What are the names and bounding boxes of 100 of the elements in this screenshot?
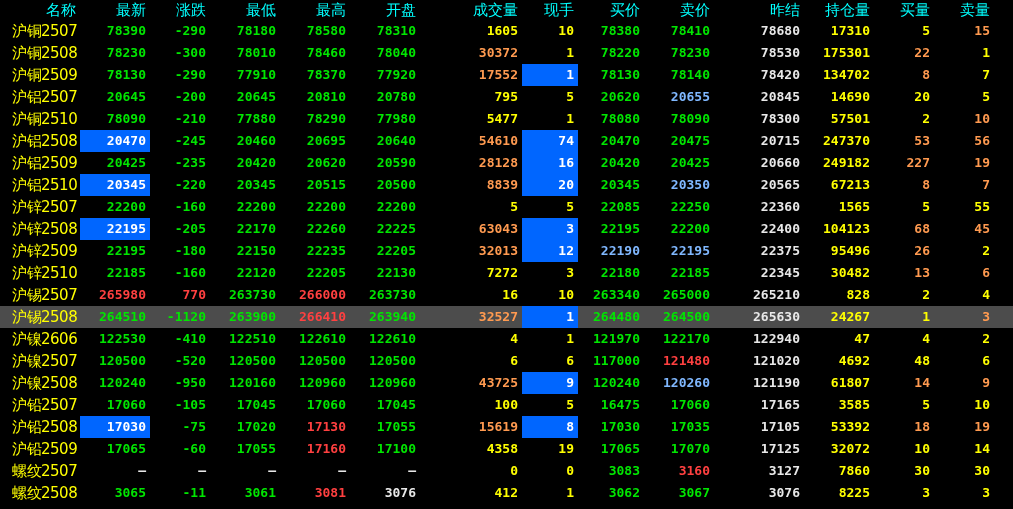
table-row[interactable]: 沪铜2508 78230 -300 78010 78460 78040 30372 1 78220 78230 78530 175301 22 1 bbox=[0, 42, 1013, 64]
cell-value: -410 bbox=[174, 331, 206, 346]
cell-value: 45 bbox=[974, 221, 990, 236]
cell-value: 4358 bbox=[486, 441, 518, 456]
table-row[interactable]: 沪铝2509 20425 -235 20420 20620 20590 28128 16 20420 20425 20660 249182 227 19 bbox=[0, 152, 1013, 174]
cell-value: 20420 bbox=[600, 155, 640, 170]
cell-value: 17055 bbox=[376, 419, 416, 434]
cell-value: 22130 bbox=[376, 265, 416, 280]
cell-value: 22195 bbox=[670, 243, 710, 258]
cell-value: 22400 bbox=[760, 221, 800, 236]
cell-value: 22205 bbox=[376, 243, 416, 258]
column-header[interactable]: 买量 bbox=[874, 0, 934, 20]
cell-value: 6 bbox=[566, 353, 574, 368]
cell-value: 63043 bbox=[478, 221, 518, 236]
cell-value: 43725 bbox=[478, 375, 518, 390]
cell-value: 264500 bbox=[663, 309, 710, 324]
cell-value: 47 bbox=[854, 331, 870, 346]
column-header[interactable]: 昨结 bbox=[714, 0, 804, 20]
table-row[interactable]: 螺纹2507 — — — — — 0 0 3083 3160 3127 7860 30 30 bbox=[0, 460, 1013, 482]
cell-value: 8 bbox=[922, 67, 930, 82]
cell-value: 15 bbox=[974, 23, 990, 38]
cell-value: 7860 bbox=[838, 463, 870, 478]
table-row[interactable]: 沪锡2507 265980 770 263730 266000 263730 16 10 263340 265000 265210 828 2 4 bbox=[0, 284, 1013, 306]
cell-value: 20515 bbox=[306, 177, 346, 192]
cell-value: 78410 bbox=[670, 23, 710, 38]
cell-value: 22195 bbox=[600, 221, 640, 236]
column-header[interactable]: 卖量 bbox=[934, 0, 994, 20]
cell-value: 1565 bbox=[838, 199, 870, 214]
column-header[interactable]: 持仓量 bbox=[804, 0, 874, 20]
cell-value: 263730 bbox=[369, 287, 416, 302]
table-row[interactable]: 沪镍2507 120500 -520 120500 120500 120500 6 6 117000 121480 121020 4692 48 6 bbox=[0, 350, 1013, 372]
cell-value: 263900 bbox=[229, 309, 276, 324]
cell-value: 8 bbox=[566, 419, 574, 434]
cell-value: 20345 bbox=[236, 177, 276, 192]
cell-value: 22190 bbox=[600, 243, 640, 258]
column-header[interactable]: 最高 bbox=[280, 0, 350, 20]
cell-value: 17552 bbox=[478, 67, 518, 82]
cell-value: 5 bbox=[982, 89, 990, 104]
table-row[interactable]: 沪锌2508 22195 -205 22170 22260 22225 63043 3 22195 22200 22400 104123 68 45 bbox=[0, 218, 1013, 240]
column-header[interactable]: 名称 bbox=[0, 0, 80, 20]
table-row[interactable]: 沪锌2509 22195 -180 22150 22235 22205 32013 12 22190 22195 22375 95496 26 2 bbox=[0, 240, 1013, 262]
table-row[interactable]: 沪铜2509 78130 -290 77910 78370 77920 17552 1 78130 78140 78420 134702 8 7 bbox=[0, 64, 1013, 86]
table-row[interactable]: 沪镍2606 122530 -410 122510 122610 122610 4 1 121970 122170 122940 47 4 2 bbox=[0, 328, 1013, 350]
table-row[interactable]: 沪铅2509 17065 -60 17055 17160 17100 4358 19 17065 17070 17125 32072 10 14 bbox=[0, 438, 1013, 460]
cell-value: 9 bbox=[566, 375, 574, 390]
table-row[interactable]: 沪铅2507 17060 -105 17045 17060 17045 100 5 16475 17060 17165 3585 5 10 bbox=[0, 394, 1013, 416]
column-header[interactable]: 卖价 bbox=[644, 0, 714, 20]
column-header[interactable]: 涨跌 bbox=[150, 0, 210, 20]
cell-value: 20470 bbox=[600, 133, 640, 148]
contract-name: 沪锌2507 bbox=[11, 197, 79, 218]
cell-value: 12 bbox=[558, 243, 574, 258]
cell-value: 53392 bbox=[830, 419, 870, 434]
column-header[interactable]: 开盘 bbox=[350, 0, 420, 20]
cell-value: 17100 bbox=[376, 441, 416, 456]
table-row[interactable]: 沪锡2508 264510 -1120 263900 266410 263940 32527 1 264480 264500 265630 24267 1 3 bbox=[0, 306, 1013, 328]
cell-value: — bbox=[198, 463, 206, 478]
table-row[interactable]: 沪铝2507 20645 -200 20645 20810 20780 795 5 20620 20655 20845 14690 20 5 bbox=[0, 86, 1013, 108]
cell-value: 122530 bbox=[99, 331, 146, 346]
cell-value: 3160 bbox=[678, 463, 710, 478]
cell-value: 122170 bbox=[663, 331, 710, 346]
cell-value: 17105 bbox=[760, 419, 800, 434]
table-row[interactable]: 沪锌2507 22200 -160 22200 22200 22200 5 5 22085 22250 22360 1565 5 55 bbox=[0, 196, 1013, 218]
cell-value: 78090 bbox=[670, 111, 710, 126]
cell-value: 17030 bbox=[600, 419, 640, 434]
cell-value: -1120 bbox=[166, 309, 206, 324]
table-row[interactable]: 沪铝2508 20470 -245 20460 20695 20640 54610 74 20470 20475 20715 247370 53 56 bbox=[0, 130, 1013, 152]
contract-name: 沪锌2508 bbox=[11, 219, 79, 240]
column-header[interactable]: 成交量 bbox=[420, 0, 522, 20]
table-row[interactable]: 沪铜2510 78090 -210 77880 78290 77980 5477 1 78080 78090 78300 57501 2 10 bbox=[0, 108, 1013, 130]
cell-value: 30 bbox=[914, 463, 930, 478]
table-row[interactable]: 沪锌2510 22185 -160 22120 22205 22130 7272 3 22180 22185 22345 30482 13 6 bbox=[0, 262, 1013, 284]
cell-value: 5 bbox=[510, 199, 518, 214]
table-row[interactable]: 沪铜2507 78390 -290 78180 78580 78310 1605 10 78380 78410 78680 17310 5 15 bbox=[0, 20, 1013, 42]
cell-value: 22260 bbox=[306, 221, 346, 236]
table-row[interactable]: 螺纹2508 3065 -11 3061 3081 3076 412 1 3062 3067 3076 8225 3 3 bbox=[0, 482, 1013, 504]
cell-value: 78140 bbox=[670, 67, 710, 82]
column-header[interactable]: 买价 bbox=[578, 0, 644, 20]
table-row[interactable]: 沪铝2510 20345 -220 20345 20515 20500 8839 20 20345 20350 20565 67213 8 7 bbox=[0, 174, 1013, 196]
column-header[interactable]: 现手 bbox=[522, 0, 578, 20]
contract-name: 沪铝2510 bbox=[11, 175, 79, 196]
cell-value: 67213 bbox=[830, 177, 870, 192]
cell-value: 1605 bbox=[486, 23, 518, 38]
cell-value: -210 bbox=[174, 111, 206, 126]
cell-value: 3081 bbox=[314, 485, 346, 500]
cell-value: 15619 bbox=[478, 419, 518, 434]
column-header[interactable]: 最低 bbox=[210, 0, 280, 20]
table-row[interactable]: 沪镍2508 120240 -950 120160 120960 120960 43725 9 120240 120260 121190 61807 14 9 bbox=[0, 372, 1013, 394]
cell-value: 20475 bbox=[670, 133, 710, 148]
cell-value: 120500 bbox=[229, 353, 276, 368]
cell-value: 122940 bbox=[753, 331, 800, 346]
cell-value: 78130 bbox=[600, 67, 640, 82]
cell-value: 20715 bbox=[760, 133, 800, 148]
cell-value: 16475 bbox=[600, 397, 640, 412]
cell-value: 78380 bbox=[600, 23, 640, 38]
column-header[interactable]: 最新 bbox=[80, 0, 150, 20]
cell-value: 249182 bbox=[823, 155, 870, 170]
cell-value: 78130 bbox=[106, 67, 146, 82]
cell-value: 78530 bbox=[760, 45, 800, 60]
cell-value: 20810 bbox=[306, 89, 346, 104]
table-row[interactable]: 沪铅2508 17030 -75 17020 17130 17055 15619 8 17030 17035 17105 53392 18 19 bbox=[0, 416, 1013, 438]
